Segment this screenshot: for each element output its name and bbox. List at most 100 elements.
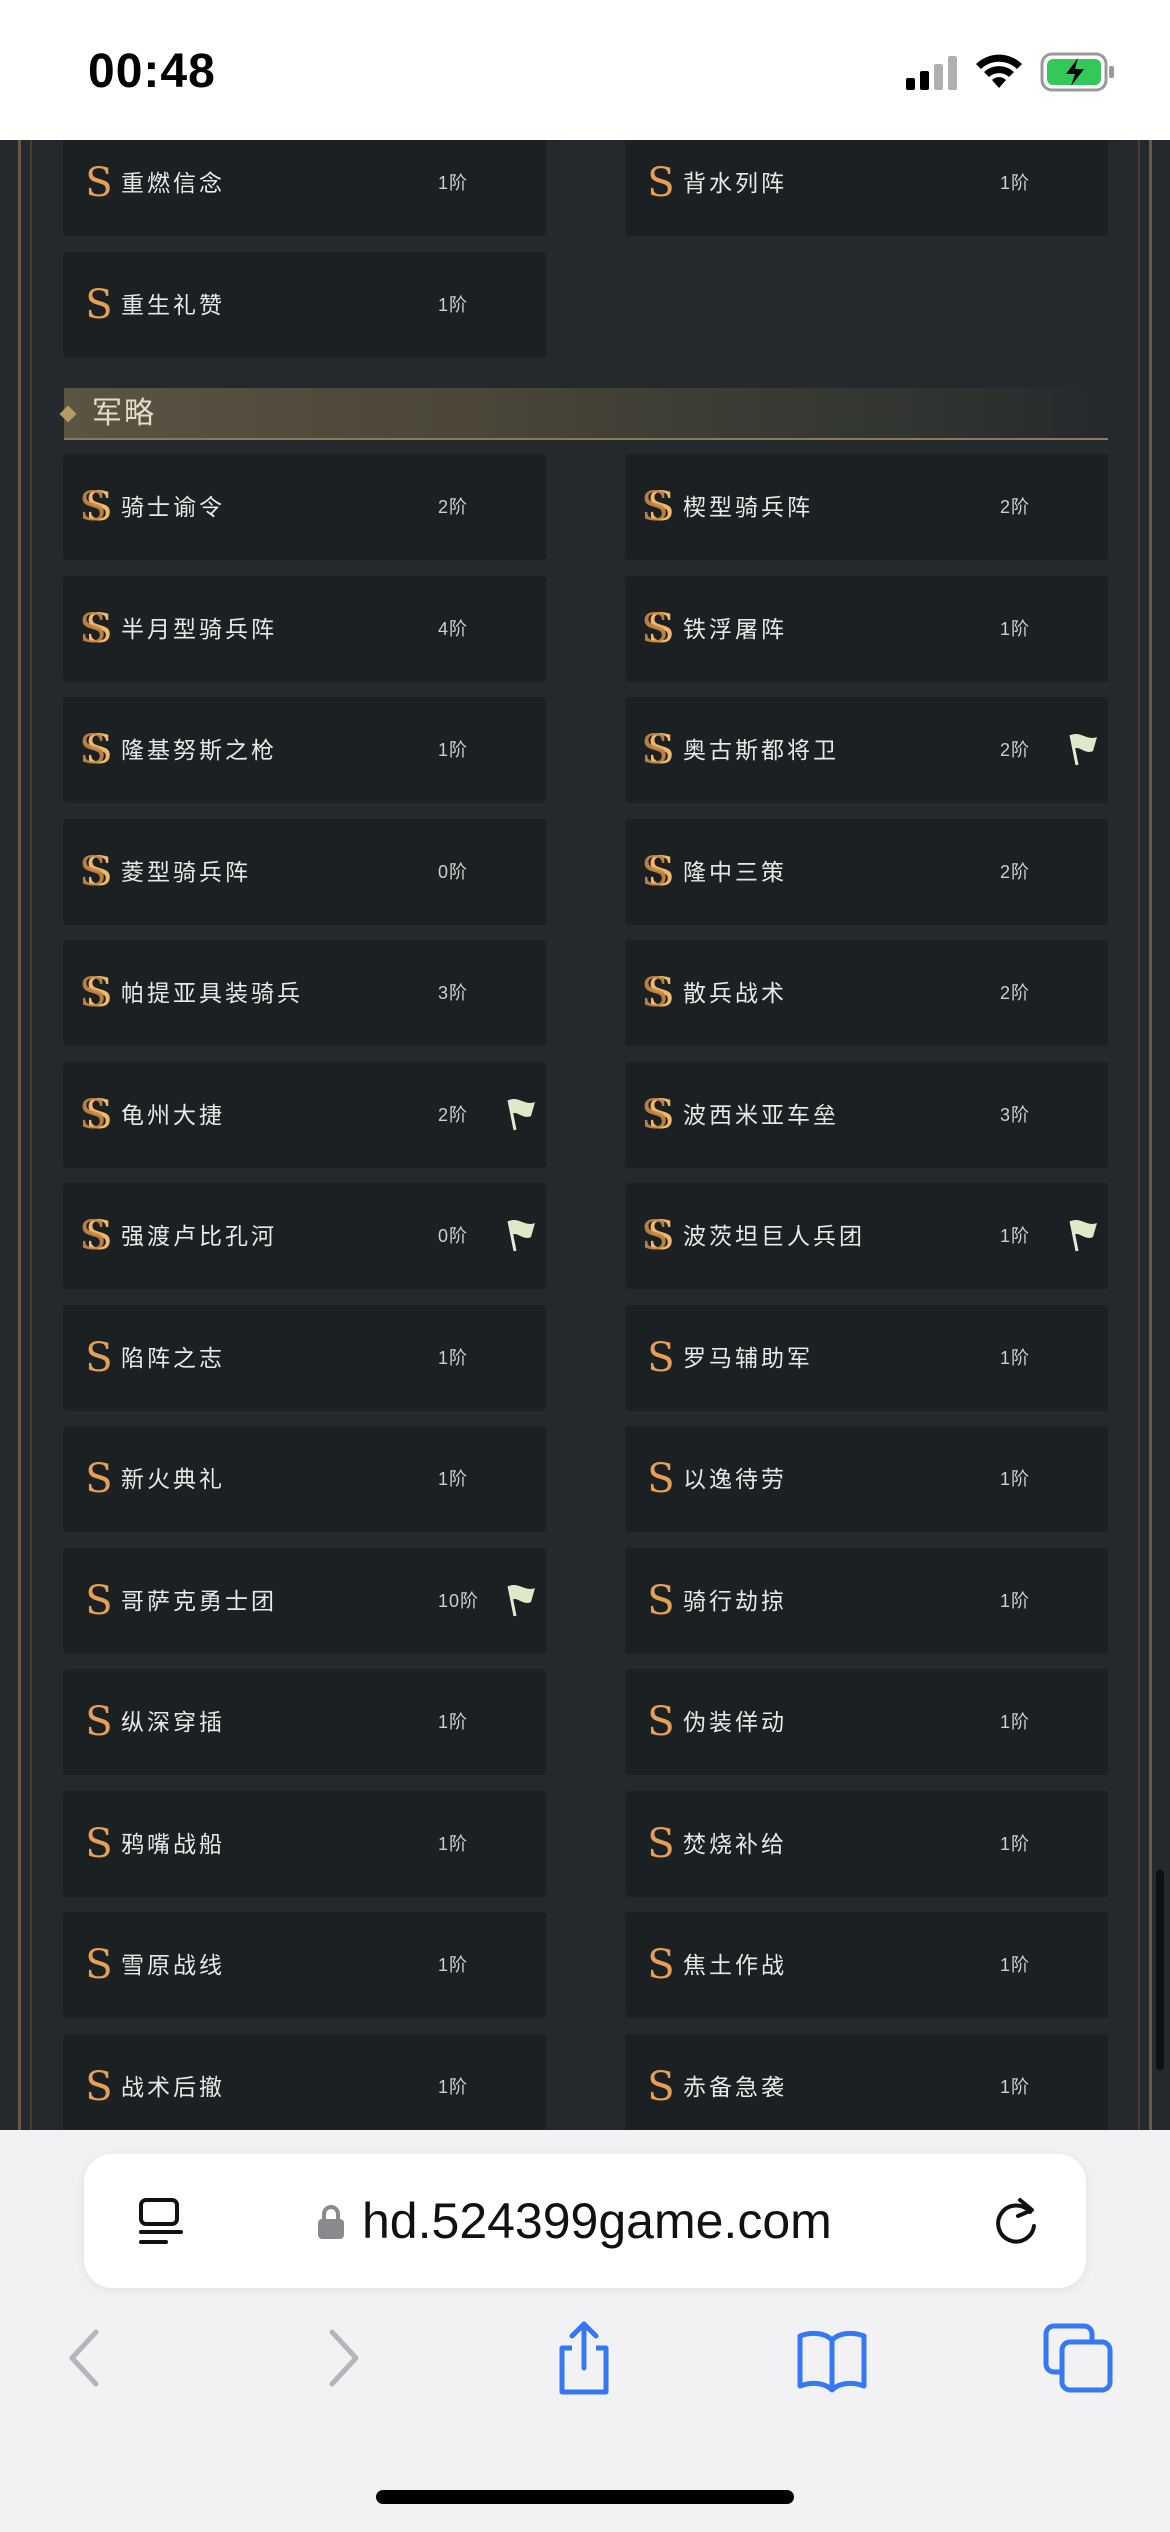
- s-rank-icon: S: [85, 1942, 113, 1988]
- tactic-card[interactable]: S 赤备急袭 1阶: [625, 2034, 1108, 2130]
- tactic-name: 奥古斯都将卫: [683, 737, 839, 763]
- s-rank-icon: S: [85, 1821, 113, 1867]
- flag-icon: [501, 1580, 541, 1620]
- tactic-card[interactable]: S 新火典礼 1阶: [63, 1426, 546, 1532]
- tactic-card[interactable]: S强渡卢比孔河 0阶: [63, 1183, 546, 1289]
- tactic-card[interactable]: S 哥萨克勇士团 10阶: [63, 1548, 546, 1654]
- tactic-rank: 1阶: [1000, 1348, 1031, 1368]
- forward-button[interactable]: [302, 2320, 378, 2396]
- tactic-rank: 1阶: [1000, 2077, 1031, 2097]
- tactic-card[interactable]: S 背水列阵 1阶: [625, 140, 1108, 236]
- tactic-card[interactable]: S 焚烧补给 1阶: [625, 1791, 1108, 1897]
- tabs-icon[interactable]: [1040, 2320, 1116, 2396]
- tactic-card[interactable]: S隆中三策 2阶: [625, 819, 1108, 925]
- bookmarks-icon[interactable]: [794, 2320, 870, 2396]
- tactic-card[interactable]: S奥古斯都将卫 2阶: [625, 697, 1108, 803]
- tactic-card[interactable]: S骑士谕令 2阶: [63, 454, 546, 560]
- tactic-name: 伪装佯动: [683, 1709, 787, 1735]
- tactic-card[interactable]: S隆基努斯之枪 1阶: [63, 697, 546, 803]
- tactic-rank: 1阶: [1000, 1834, 1031, 1854]
- tactic-card[interactable]: S 骑行劫掠 1阶: [625, 1548, 1108, 1654]
- battery-charging-icon: [1040, 52, 1114, 92]
- tactic-rank: 0阶: [438, 862, 469, 882]
- tactic-name: 战术后撤: [121, 2074, 225, 2100]
- tactic-card[interactable]: S菱型骑兵阵 0阶: [63, 819, 546, 925]
- tactic-card[interactable]: S 鸦嘴战船 1阶: [63, 1791, 546, 1897]
- tactic-name: 新火典礼: [121, 1466, 225, 1492]
- ss-rank-icon: S: [629, 1090, 687, 1140]
- ss-rank-icon: S: [629, 968, 687, 1018]
- ss-rank-icon: S: [67, 1090, 125, 1140]
- tactic-name: 铁浮屠阵: [683, 616, 787, 642]
- s-rank-icon: S: [85, 1456, 113, 1502]
- tactic-rank: 2阶: [1000, 862, 1031, 882]
- flag-icon: [1063, 729, 1103, 769]
- tactic-rank: 3阶: [1000, 1105, 1031, 1125]
- s-rank-icon: S: [85, 1699, 113, 1745]
- tactic-card[interactable]: S 伪装佯动 1阶: [625, 1669, 1108, 1775]
- tactic-card[interactable]: S铁浮屠阵 1阶: [625, 576, 1108, 682]
- tactic-card[interactable]: S波西米亚车垒 3阶: [625, 1062, 1108, 1168]
- tactic-rank: 1阶: [438, 173, 469, 193]
- tactic-name: 帕提亚具装骑兵: [121, 980, 303, 1006]
- tactic-card[interactable]: S 以逸待劳 1阶: [625, 1426, 1108, 1532]
- tactic-card[interactable]: S半月型骑兵阵 4阶: [63, 576, 546, 682]
- lock-icon: [318, 2205, 344, 2239]
- tactic-card[interactable]: S散兵战术 2阶: [625, 940, 1108, 1046]
- tactic-card[interactable]: S 罗马辅助军 1阶: [625, 1305, 1108, 1411]
- ss-rank-icon: S: [67, 604, 125, 654]
- tactic-name: 焚烧补给: [683, 1831, 787, 1857]
- tactic-card[interactable]: S 纵深穿插 1阶: [63, 1669, 546, 1775]
- flag-icon: [1063, 1215, 1103, 1255]
- game-page[interactable]: 军略 S重燃信念1阶S背水列阵1阶S重生礼赞1阶S骑士谕令2阶S楔型骑兵阵2阶S…: [0, 140, 1170, 2130]
- tactic-card[interactable]: S 陷阵之志 1阶: [63, 1305, 546, 1411]
- share-button[interactable]: [546, 2320, 622, 2396]
- reload-icon[interactable]: [990, 2194, 1042, 2248]
- page-menu-icon[interactable]: [136, 2196, 186, 2246]
- tactic-name: 菱型骑兵阵: [121, 859, 251, 885]
- wifi-icon: [976, 54, 1022, 88]
- tactic-card[interactable]: S 战术后撤 1阶: [63, 2034, 546, 2130]
- tactic-rank: 2阶: [438, 1105, 469, 1125]
- tactic-rank: 1阶: [438, 1834, 469, 1854]
- tactic-rank: 1阶: [438, 1712, 469, 1732]
- tactic-rank: 2阶: [1000, 983, 1031, 1003]
- tactic-name: 哥萨克勇士团: [121, 1588, 277, 1614]
- scrollbar-thumb[interactable]: [1156, 1870, 1164, 2070]
- ss-rank-icon: S: [67, 968, 125, 1018]
- tactic-card[interactable]: S帕提亚具装骑兵 3阶: [63, 940, 546, 1046]
- tactic-name: 鸦嘴战船: [121, 1831, 225, 1857]
- tactic-rank: 1阶: [438, 2077, 469, 2097]
- url-text[interactable]: hd.524399game.com: [362, 2190, 832, 2252]
- tactic-card[interactable]: S 重生礼赞 1阶: [63, 252, 546, 358]
- tactic-name: 纵深穿插: [121, 1709, 225, 1735]
- s-rank-icon: S: [85, 2064, 113, 2110]
- status-bar: 00:48: [0, 0, 1170, 140]
- tactic-name: 强渡卢比孔河: [121, 1223, 277, 1249]
- tactic-name: 背水列阵: [683, 170, 787, 196]
- ss-rank-icon: S: [67, 725, 125, 775]
- home-indicator: [376, 2490, 794, 2504]
- tactic-card[interactable]: S 焦土作战 1阶: [625, 1912, 1108, 2018]
- frame-border-left: [18, 140, 21, 2130]
- safari-toolbar: hd.524399game.com: [0, 2130, 1170, 2532]
- s-rank-icon: S: [647, 2064, 675, 2110]
- back-button[interactable]: [50, 2320, 126, 2396]
- tactic-rank: 1阶: [438, 1955, 469, 1975]
- tactic-name: 重燃信念: [121, 170, 225, 196]
- tactic-rank: 1阶: [438, 295, 469, 315]
- tactic-name: 龟州大捷: [121, 1102, 225, 1128]
- s-rank-icon: S: [647, 1335, 675, 1381]
- flag-icon: [501, 1094, 541, 1134]
- tactic-name: 散兵战术: [683, 980, 787, 1006]
- ss-rank-icon: S: [629, 847, 687, 897]
- tactic-rank: 1阶: [438, 1469, 469, 1489]
- tactic-card[interactable]: S波茨坦巨人兵团 1阶: [625, 1183, 1108, 1289]
- tactic-card[interactable]: S 重燃信念 1阶: [63, 140, 546, 236]
- address-bar[interactable]: hd.524399game.com: [84, 2154, 1086, 2288]
- s-rank-icon: S: [647, 1821, 675, 1867]
- tactic-name: 焦土作战: [683, 1952, 787, 1978]
- tactic-card[interactable]: S 雪原战线 1阶: [63, 1912, 546, 2018]
- tactic-card[interactable]: S楔型骑兵阵 2阶: [625, 454, 1108, 560]
- tactic-card[interactable]: S龟州大捷 2阶: [63, 1062, 546, 1168]
